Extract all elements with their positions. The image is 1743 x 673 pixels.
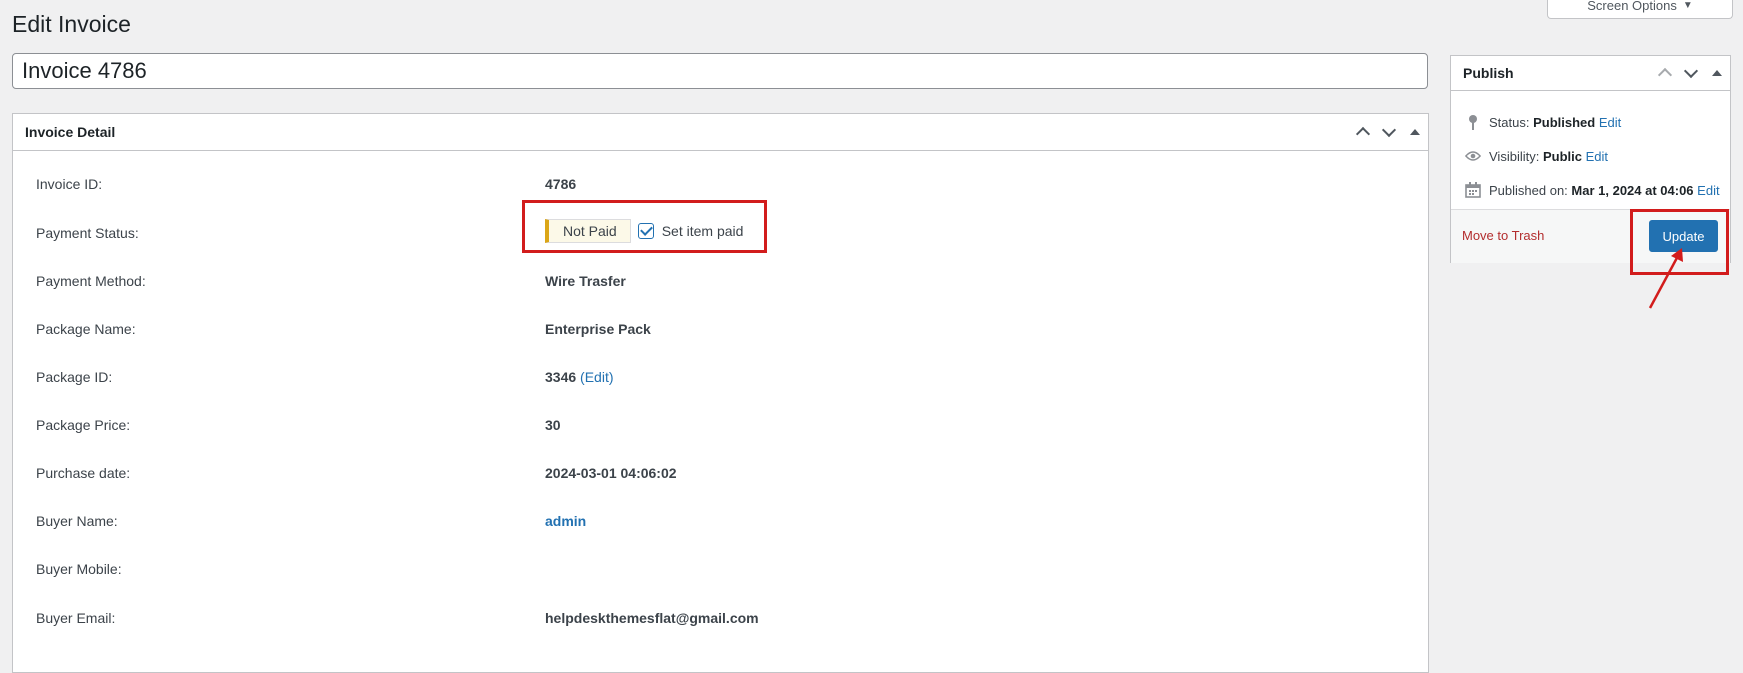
detail-row-package-name: Package Name: Enterprise Pack xyxy=(13,321,1428,341)
detail-label: Invoice ID: xyxy=(36,176,103,192)
screen-options-label: Screen Options xyxy=(1587,0,1677,13)
detail-label: Payment Method: xyxy=(36,273,146,289)
page-title: Edit Invoice xyxy=(12,11,131,37)
chevron-down-icon xyxy=(1381,122,1397,138)
detail-value: Enterprise Pack xyxy=(545,321,651,337)
publish-header: Publish xyxy=(1451,56,1730,91)
status-label: Status: xyxy=(1489,114,1530,130)
pin-icon xyxy=(1465,114,1481,130)
detail-label: Package Price: xyxy=(36,417,131,433)
detail-label: Package ID: xyxy=(36,369,113,385)
move-down-button[interactable] xyxy=(1376,114,1402,150)
detail-label: Buyer Name: xyxy=(36,513,118,529)
detail-value: admin xyxy=(545,513,586,529)
toggle-panel-button[interactable] xyxy=(1704,55,1730,91)
invoice-detail-title: Invoice Detail xyxy=(25,124,116,140)
detail-row-payment-method: Payment Method: Wire Trasfer xyxy=(13,273,1428,293)
detail-value: helpdeskthemesflat@gmail.com xyxy=(545,610,759,626)
detail-value: 2024-03-01 04:06:02 xyxy=(545,465,677,481)
detail-value: Wire Trasfer xyxy=(545,273,626,289)
chevron-up-icon xyxy=(1657,67,1673,83)
move-up-button[interactable] xyxy=(1350,114,1376,150)
calendar-icon xyxy=(1465,182,1481,198)
status-edit-link[interactable]: Edit xyxy=(1599,115,1621,130)
detail-row-buyer-name: Buyer Name: admin xyxy=(13,513,1428,533)
detail-row-buyer-email: Buyer Email: helpdeskthemesflat@gmail.co… xyxy=(13,610,1428,630)
published-label: Published on: xyxy=(1489,182,1568,198)
screen-options-button[interactable]: Screen Options ▼ xyxy=(1547,0,1733,19)
detail-label: Buyer Mobile: xyxy=(36,561,122,577)
invoice-detail-header: Invoice Detail xyxy=(13,114,1428,151)
visibility-edit-link[interactable]: Edit xyxy=(1586,149,1608,164)
published-edit-link[interactable]: Edit xyxy=(1697,183,1719,198)
status-value: Published xyxy=(1533,114,1596,130)
move-to-trash-link[interactable]: Move to Trash xyxy=(1462,228,1544,243)
publish-date-row: Published on: Mar 1, 2024 at 04:06 Edit xyxy=(1465,182,1720,198)
visibility-value: Public xyxy=(1542,148,1582,164)
package-edit-link[interactable]: (Edit) xyxy=(580,369,613,385)
move-up-button[interactable] xyxy=(1652,55,1678,91)
triangle-up-icon xyxy=(1410,129,1420,135)
detail-row-package-id: Package ID: 3346 (Edit) xyxy=(13,369,1428,389)
toggle-panel-button[interactable] xyxy=(1402,114,1428,150)
publish-status-row: Status: Published Edit xyxy=(1465,114,1621,130)
detail-row-purchase-date: Purchase date: 2024-03-01 04:06:02 xyxy=(13,465,1428,485)
move-down-button[interactable] xyxy=(1678,55,1704,91)
published-value: Mar 1, 2024 at 04:06 xyxy=(1571,182,1694,198)
annotation-arrow-icon xyxy=(1648,248,1683,309)
detail-value: 4786 xyxy=(545,176,577,192)
detail-label: Package Name: xyxy=(36,321,136,337)
package-id-value: 3346 xyxy=(545,369,577,385)
detail-value: 30 xyxy=(545,417,561,433)
visibility-label: Visibility: xyxy=(1489,148,1540,164)
caret-down-icon: ▼ xyxy=(1682,0,1693,11)
triangle-up-icon xyxy=(1712,70,1722,76)
publish-title: Publish xyxy=(1463,65,1514,81)
detail-label: Payment Status: xyxy=(36,225,139,241)
invoice-detail-handle-actions xyxy=(1350,114,1428,150)
detail-label: Purchase date: xyxy=(36,465,131,481)
publish-visibility-row: Visibility: Public Edit xyxy=(1465,148,1608,164)
invoice-detail-box: Invoice Detail Invoice ID: 4786 Payment … xyxy=(12,113,1429,673)
detail-row-package-price: Package Price: 30 xyxy=(13,417,1428,437)
buyer-name-link[interactable]: admin xyxy=(545,513,586,529)
chevron-down-icon xyxy=(1683,63,1699,79)
eye-icon xyxy=(1465,148,1481,164)
detail-label: Buyer Email: xyxy=(36,610,116,626)
detail-row-buyer-mobile: Buyer Mobile: xyxy=(13,561,1428,581)
publish-handle-actions xyxy=(1652,56,1730,90)
detail-value: 3346 (Edit) xyxy=(545,369,614,385)
annotation-highlight-payment-status xyxy=(522,200,767,253)
post-title-input[interactable] xyxy=(12,53,1428,89)
chevron-up-icon xyxy=(1355,126,1371,142)
detail-row-invoice-id: Invoice ID: 4786 xyxy=(13,176,1428,196)
